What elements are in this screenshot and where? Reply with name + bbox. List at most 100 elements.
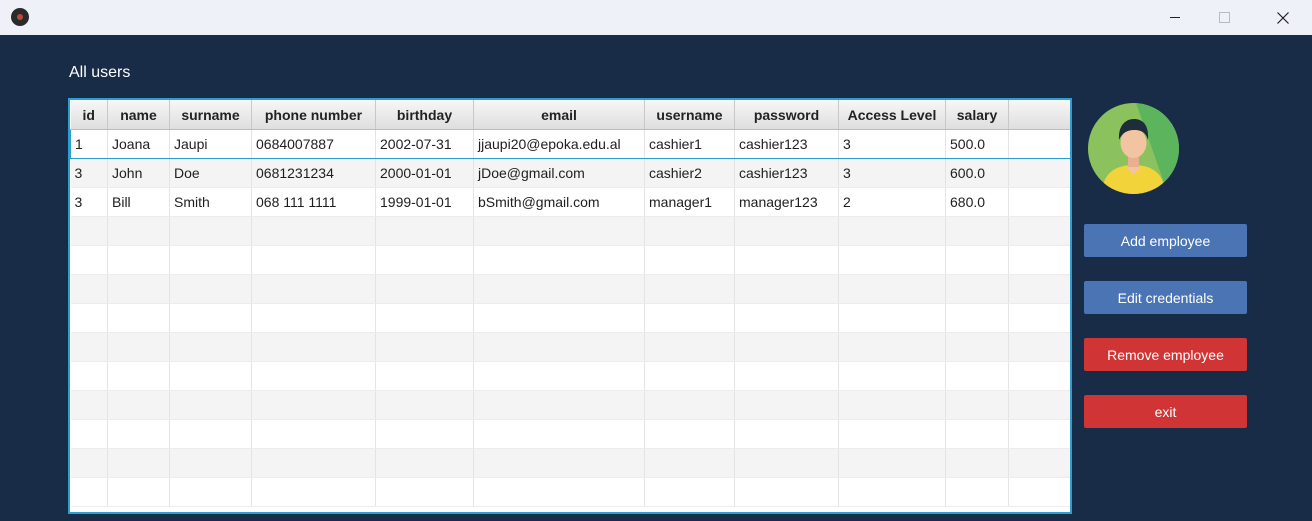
user-avatar-icon bbox=[1088, 103, 1179, 194]
empty-cell bbox=[644, 332, 735, 362]
empty-cell bbox=[107, 274, 170, 304]
empty-table-row bbox=[70, 390, 1070, 420]
empty-cell bbox=[838, 419, 946, 449]
empty-cell bbox=[169, 245, 252, 275]
empty-cell bbox=[473, 332, 645, 362]
edit-credentials-button[interactable]: Edit credentials bbox=[1084, 281, 1247, 314]
column-header[interactable]: Access Level bbox=[838, 100, 946, 130]
app-disc-icon bbox=[11, 8, 29, 26]
empty-cell bbox=[251, 361, 376, 391]
table-cell: 3 bbox=[838, 129, 946, 159]
empty-cell bbox=[251, 477, 376, 507]
table-cell: manager1 bbox=[644, 187, 735, 217]
empty-cell bbox=[375, 274, 474, 304]
empty-cell bbox=[169, 303, 252, 333]
empty-table-row bbox=[70, 245, 1070, 275]
empty-cell bbox=[375, 332, 474, 362]
empty-cell bbox=[107, 477, 170, 507]
empty-cell bbox=[945, 216, 1009, 246]
empty-cell bbox=[375, 477, 474, 507]
empty-cell bbox=[734, 477, 839, 507]
empty-cell bbox=[1008, 448, 1070, 478]
table-cell: jDoe@gmail.com bbox=[473, 158, 645, 188]
empty-cell bbox=[734, 419, 839, 449]
column-header[interactable]: salary bbox=[945, 100, 1009, 130]
empty-cell bbox=[251, 448, 376, 478]
column-header[interactable]: email bbox=[473, 100, 645, 130]
empty-table-row bbox=[70, 216, 1070, 246]
section-title: All users bbox=[69, 64, 131, 81]
column-header[interactable]: name bbox=[107, 100, 170, 130]
empty-cell bbox=[169, 274, 252, 304]
table-cell: 0681231234 bbox=[251, 158, 376, 188]
maximize-button[interactable] bbox=[1201, 0, 1247, 35]
empty-cell bbox=[169, 419, 252, 449]
table-cell: 0684007887 bbox=[251, 129, 376, 159]
table-row[interactable]: 3 John Doe 0681231234 2000-01-01 jDoe@gmail.c… bbox=[70, 158, 1070, 188]
table-cell: 600.0 bbox=[945, 158, 1009, 188]
minimize-button[interactable] bbox=[1152, 0, 1198, 35]
empty-cell bbox=[838, 332, 946, 362]
table-cell: Bill bbox=[107, 187, 170, 217]
close-button[interactable] bbox=[1260, 0, 1306, 35]
table-cell: 3 bbox=[70, 158, 108, 188]
table-cell: Jaupi bbox=[169, 129, 252, 159]
empty-cell bbox=[945, 245, 1009, 275]
empty-cell bbox=[107, 419, 170, 449]
empty-cell bbox=[107, 390, 170, 420]
empty-cell bbox=[945, 361, 1009, 391]
empty-cell bbox=[945, 419, 1009, 449]
empty-cell bbox=[644, 390, 735, 420]
empty-cell bbox=[838, 477, 946, 507]
column-header[interactable] bbox=[1008, 100, 1070, 130]
empty-cell bbox=[473, 245, 645, 275]
empty-cell bbox=[734, 245, 839, 275]
users-table[interactable]: id name surname phone number birthday email us… bbox=[68, 98, 1072, 514]
empty-cell bbox=[70, 361, 108, 391]
empty-cell bbox=[945, 303, 1009, 333]
empty-cell bbox=[1008, 303, 1070, 333]
empty-cell bbox=[169, 477, 252, 507]
column-header[interactable]: phone number bbox=[251, 100, 376, 130]
column-header[interactable]: surname bbox=[169, 100, 252, 130]
table-cell: cashier123 bbox=[734, 158, 839, 188]
empty-cell bbox=[644, 245, 735, 275]
exit-button[interactable]: exit bbox=[1084, 395, 1247, 428]
empty-cell bbox=[251, 390, 376, 420]
empty-cell bbox=[473, 419, 645, 449]
table-cell: 3 bbox=[70, 187, 108, 217]
empty-cell bbox=[107, 361, 170, 391]
empty-cell bbox=[838, 361, 946, 391]
table-header: id name surname phone number birthday email us… bbox=[70, 100, 1070, 130]
table-cell: 2000-01-01 bbox=[375, 158, 474, 188]
table-cell: cashier2 bbox=[644, 158, 735, 188]
empty-cell bbox=[107, 216, 170, 246]
empty-cell bbox=[945, 332, 1009, 362]
empty-cell bbox=[945, 477, 1009, 507]
empty-table-row bbox=[70, 477, 1070, 507]
column-header[interactable]: password bbox=[734, 100, 839, 130]
empty-cell bbox=[734, 332, 839, 362]
empty-cell bbox=[169, 216, 252, 246]
empty-cell bbox=[473, 390, 645, 420]
empty-cell bbox=[251, 332, 376, 362]
table-cell bbox=[1008, 158, 1070, 188]
empty-cell bbox=[169, 332, 252, 362]
empty-cell bbox=[838, 245, 946, 275]
empty-cell bbox=[70, 216, 108, 246]
add-employee-button[interactable]: Add employee bbox=[1084, 224, 1247, 257]
table-row[interactable]: 3 Bill Smith 068 111 1111 1999-01-01 bSmith@g… bbox=[70, 187, 1070, 217]
column-header[interactable]: username bbox=[644, 100, 735, 130]
column-header[interactable]: id bbox=[70, 100, 108, 130]
remove-employee-button[interactable]: Remove employee bbox=[1084, 338, 1247, 371]
table-row[interactable]: 1 Joana Jaupi 0684007887 2002-07-31 jjaupi20@… bbox=[70, 129, 1070, 159]
empty-cell bbox=[473, 274, 645, 304]
empty-table-row bbox=[70, 361, 1070, 391]
empty-cell bbox=[734, 361, 839, 391]
empty-cell bbox=[251, 303, 376, 333]
column-header[interactable]: birthday bbox=[375, 100, 474, 130]
table-cell: manager123 bbox=[734, 187, 839, 217]
empty-cell bbox=[70, 332, 108, 362]
empty-table-row bbox=[70, 448, 1070, 478]
empty-cell bbox=[644, 361, 735, 391]
